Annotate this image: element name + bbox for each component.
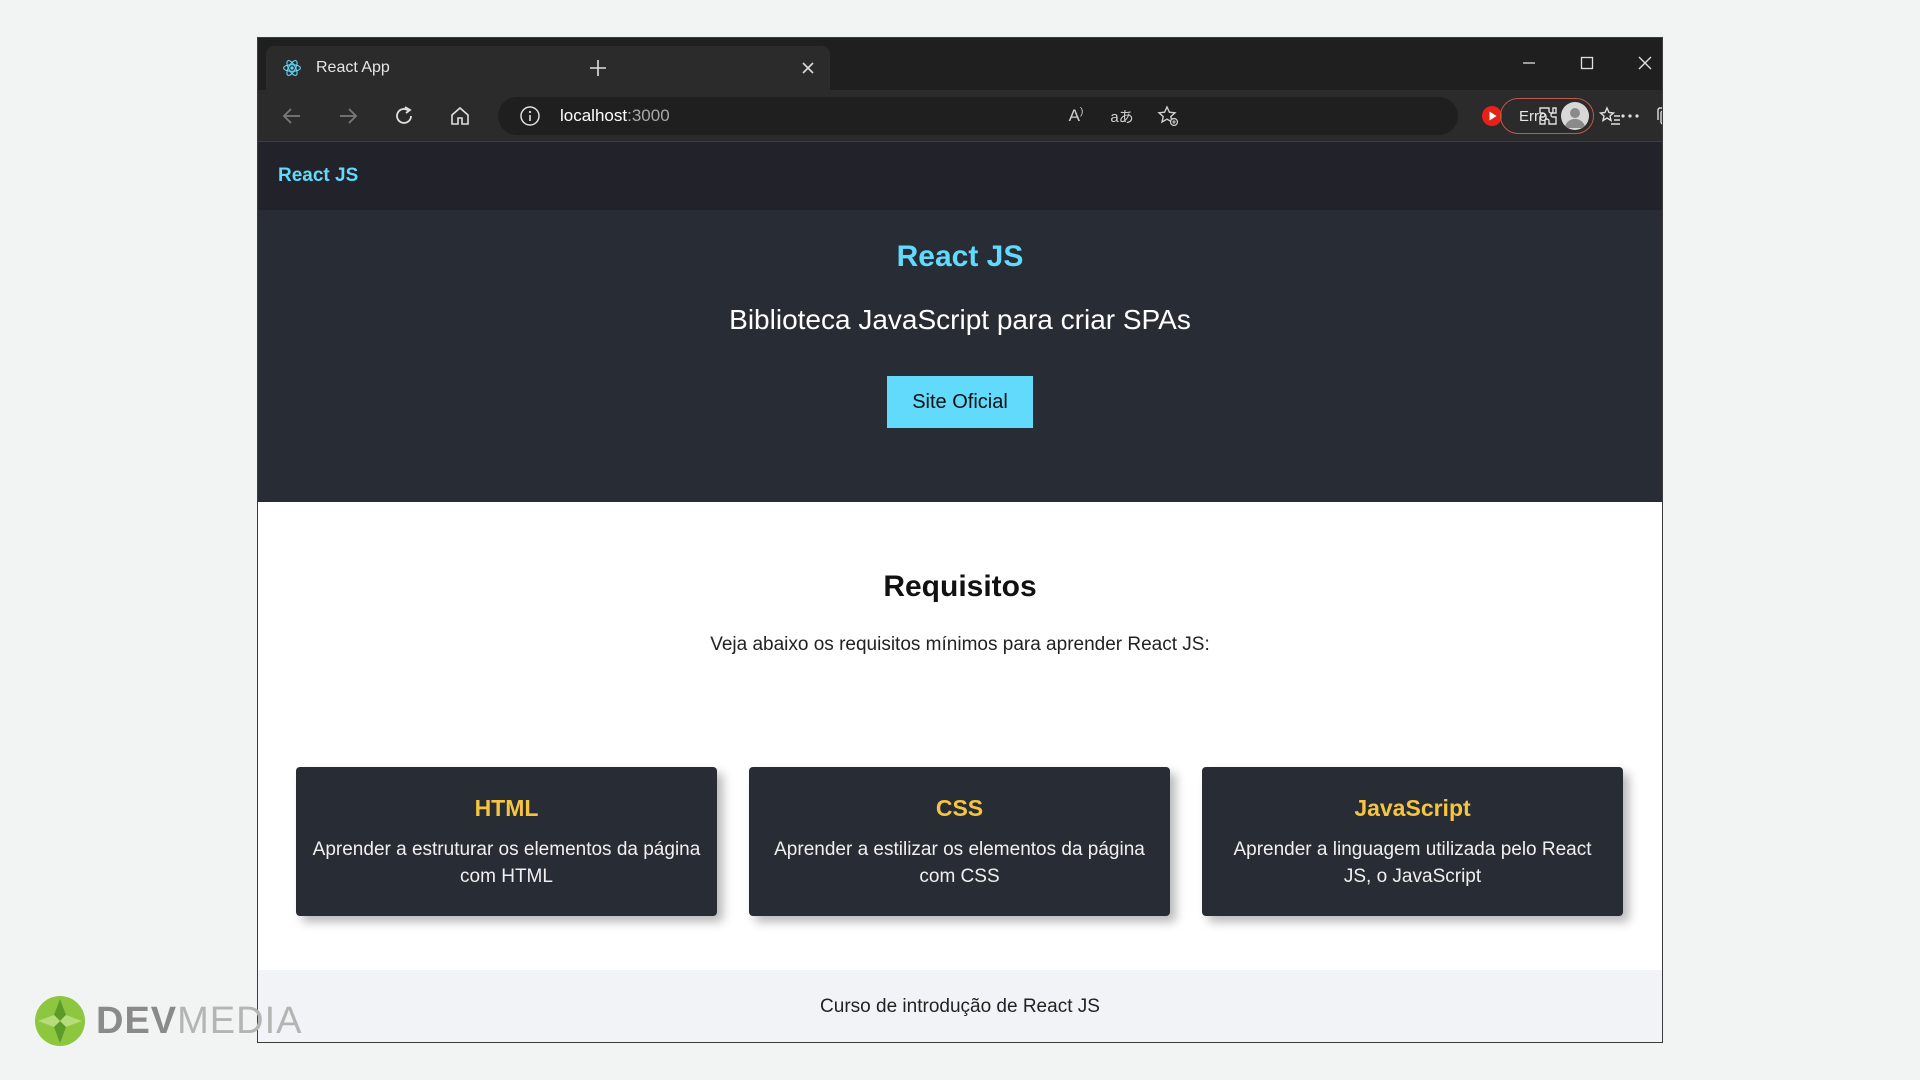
address-bar[interactable]: localhost:3000 A) aあ — [498, 97, 1458, 135]
forward-icon[interactable] — [330, 98, 366, 134]
hero-section: React JS Biblioteca JavaScript para cria… — [258, 210, 1662, 502]
watermark-text-dev: DEV — [96, 999, 178, 1042]
browser-window: React App localhost:3000 A) aあ Erro Rea… — [257, 37, 1663, 1043]
avatar — [1561, 102, 1589, 130]
url-host: localhost — [560, 106, 628, 125]
info-icon[interactable] — [518, 104, 542, 128]
card-list: HTML Aprender a estruturar os elementos … — [296, 767, 1624, 917]
page-viewport: React JS React JS Biblioteca JavaScript … — [258, 142, 1662, 1042]
card-text: Aprender a estruturar os elementos da pá… — [312, 839, 701, 887]
maximize-icon[interactable] — [1564, 46, 1610, 80]
footer-text: Curso de introdução de React JS — [820, 996, 1100, 1017]
profile-label: Erro — [1519, 107, 1548, 125]
watermark-text-media: MEDIA — [177, 999, 303, 1042]
card-text: Aprender a estilizar os elementos da pág… — [774, 839, 1145, 887]
collections-icon[interactable] — [1648, 98, 1662, 134]
card-text: Aprender a linguagem utilizada pelo Reac… — [1233, 839, 1592, 887]
window-close-icon[interactable] — [1622, 46, 1662, 80]
devmedia-watermark: DEV MEDIA — [34, 995, 303, 1047]
tab-react-app[interactable]: React App — [266, 46, 830, 90]
site-oficial-button[interactable]: Site Oficial — [887, 376, 1033, 428]
navbar-brand[interactable]: React JS — [278, 165, 358, 187]
refresh-icon[interactable] — [386, 98, 422, 134]
url-port: :3000 — [627, 106, 670, 125]
read-aloud-icon[interactable]: A) — [1058, 98, 1094, 134]
profile-button[interactable]: Erro — [1500, 98, 1594, 134]
hero-subtitle: Biblioteca JavaScript para criar SPAs — [729, 304, 1191, 335]
tab-bar: React App — [258, 38, 1662, 90]
tab-title: React App — [316, 59, 390, 76]
card-javascript: JavaScript Aprender a linguagem utilizad… — [1202, 767, 1623, 916]
more-icon[interactable] — [1612, 98, 1648, 134]
translate-icon[interactable]: aあ — [1104, 98, 1140, 134]
section-description: Veja abaixo os requisitos mínimos para a… — [710, 634, 1210, 655]
minimize-icon[interactable] — [1506, 46, 1552, 80]
react-favicon-icon — [283, 60, 301, 76]
card-title: HTML — [474, 795, 539, 821]
browser-toolbar: localhost:3000 A) aあ Erro — [258, 90, 1662, 142]
close-icon[interactable] — [796, 56, 820, 80]
navbar: React JS — [258, 142, 1662, 210]
add-favorite-icon[interactable] — [1150, 98, 1186, 134]
card-html: HTML Aprender a estruturar os elementos … — [296, 767, 717, 916]
page-footer: Curso de introdução de React JS — [258, 970, 1662, 1042]
back-icon[interactable] — [274, 98, 310, 134]
devmedia-logo-icon — [35, 996, 85, 1046]
home-icon[interactable] — [442, 98, 478, 134]
plus-icon[interactable] — [580, 50, 616, 86]
card-title: CSS — [935, 795, 984, 821]
hero-title: React JS — [896, 240, 1024, 273]
requisitos-section: Requisitos Veja abaixo os requisitos mín… — [258, 502, 1662, 970]
card-css: CSS Aprender a estilizar os elementos da… — [749, 767, 1170, 916]
section-title: Requisitos — [883, 570, 1037, 603]
card-title: JavaScript — [1354, 795, 1471, 821]
